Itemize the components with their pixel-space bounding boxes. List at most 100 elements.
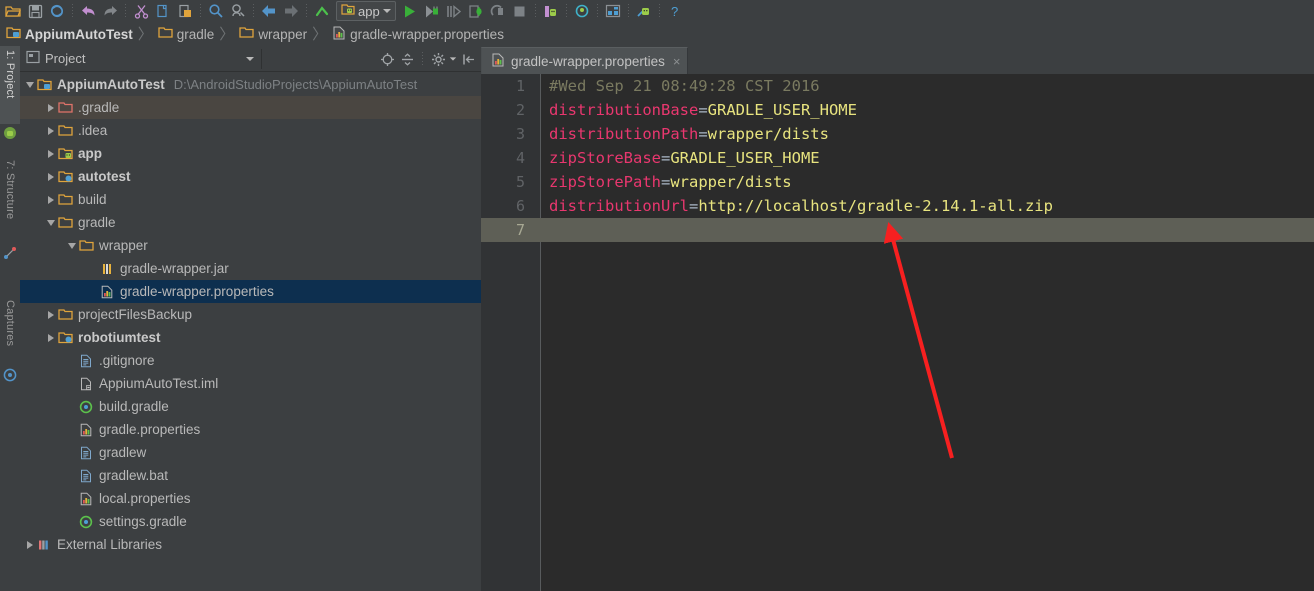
tree-row[interactable]: autotest (20, 165, 481, 188)
collapse-all-icon[interactable] (398, 49, 416, 69)
stop-square-icon[interactable] (509, 1, 531, 21)
open-icon[interactable] (2, 1, 24, 21)
chevron-right-icon[interactable] (45, 96, 57, 119)
redo-icon[interactable] (99, 1, 121, 21)
line-number: 1 (515, 77, 525, 95)
settings-chevron-down-icon[interactable] (449, 57, 457, 61)
sync-icon[interactable] (46, 1, 68, 21)
tree-row-label: local.properties (99, 491, 191, 506)
chevron-right-icon[interactable] (45, 142, 57, 165)
close-icon[interactable]: × (673, 54, 681, 69)
hide-panel-icon[interactable] (459, 49, 477, 69)
tool-tab-project[interactable]: 1: Project (0, 46, 20, 124)
text-file-icon (78, 468, 94, 484)
tree-row[interactable]: settings.gradle (20, 510, 481, 533)
tree-row[interactable]: projectFilesBackup (20, 303, 481, 326)
chevron-down-icon[interactable] (382, 9, 391, 13)
code-line[interactable]: distributionUrl=http://localhost/gradle-… (549, 194, 1053, 218)
forward-icon[interactable] (280, 1, 302, 21)
code-line[interactable]: #Wed Sep 21 08:49:28 CST 2016 (549, 74, 820, 98)
breadcrumb-item-project[interactable]: AppiumAutoTest (4, 22, 135, 46)
back-icon[interactable] (258, 1, 280, 21)
last-edit-location-icon[interactable] (311, 1, 333, 21)
avd-manager-icon[interactable] (571, 1, 593, 21)
find-replace-icon[interactable] (227, 1, 249, 21)
breadcrumb-item-wrapper[interactable]: wrapper (237, 22, 309, 46)
run-step-icon[interactable] (443, 1, 465, 21)
chevron-right-icon[interactable] (45, 303, 57, 326)
chevron-down-icon[interactable] (45, 211, 57, 234)
editor-tab-gradle-wrapper-properties[interactable]: gradle-wrapper.properties × (481, 47, 689, 74)
tree-row[interactable]: .gitignore (20, 349, 481, 372)
tool-tab-captures[interactable]: Captures (0, 296, 20, 366)
code-line[interactable]: zipStorePath=wrapper/dists (549, 170, 792, 194)
project-view-selector[interactable]: Project (26, 50, 85, 67)
chevron-right-icon[interactable] (45, 326, 57, 349)
breadcrumb-item-file[interactable]: gradle-wrapper.properties (330, 22, 506, 46)
toolbar-separator (72, 4, 73, 18)
tree-row[interactable]: wrapper (20, 234, 481, 257)
tree-row[interactable]: .idea (20, 119, 481, 142)
tree-row[interactable]: AppiumAutoTest.iml (20, 372, 481, 395)
project-view-chevron-down-icon[interactable] (246, 57, 254, 61)
code-line[interactable]: zipStoreBase=GRADLE_USER_HOME (549, 146, 820, 170)
copy-icon[interactable] (152, 1, 174, 21)
toolbar-separator (565, 4, 567, 18)
tool-tab-structure[interactable]: 7: Structure (0, 156, 20, 244)
layout-inspector-icon[interactable] (602, 1, 624, 21)
tree-row[interactable]: .gradle (20, 96, 481, 119)
cut-icon[interactable] (130, 1, 152, 21)
chevron-right-icon[interactable] (45, 165, 57, 188)
project-tree[interactable]: AppiumAutoTest D:\AndroidStudioProjects\A… (20, 73, 481, 591)
code-area[interactable]: 1 #Wed Sep 21 08:49:28 CST 2016 2 distribut… (481, 74, 1314, 591)
tree-row-label: gradle-wrapper.jar (120, 261, 229, 276)
run-configuration-selector[interactable]: app (336, 1, 396, 21)
gutter-divider (540, 74, 541, 591)
tree-row[interactable]: gradlew.bat (20, 464, 481, 487)
jar-file-icon (99, 261, 115, 277)
chevron-down-icon[interactable] (24, 73, 36, 96)
toolbar-separator (200, 4, 201, 18)
chevron-right-icon[interactable] (24, 533, 36, 556)
tree-row[interactable]: gradle-wrapper.jar (20, 257, 481, 280)
help-icon[interactable]: ? (664, 1, 686, 21)
chevron-right-icon[interactable] (45, 188, 57, 211)
tree-row[interactable]: app (20, 142, 481, 165)
tree-row[interactable]: build.gradle (20, 395, 481, 418)
undo-icon[interactable] (77, 1, 99, 21)
tree-row[interactable]: gradlew (20, 441, 481, 464)
tree-row[interactable]: gradle (20, 211, 481, 234)
code-line[interactable]: distributionBase=GRADLE_USER_HOME (549, 98, 857, 122)
stop-icon[interactable] (487, 1, 509, 21)
code-token: = (698, 125, 708, 143)
run-icon[interactable] (399, 1, 421, 21)
save-all-icon[interactable] (24, 1, 46, 21)
chevron-down-icon[interactable] (66, 234, 78, 257)
settings-gear-icon[interactable] (429, 49, 447, 69)
editor-tab-strip: gradle-wrapper.properties × (481, 46, 1314, 74)
chevron-right-icon[interactable] (45, 119, 57, 142)
folder-icon (57, 215, 73, 231)
java-module-icon (57, 330, 73, 346)
java-module-icon (57, 169, 73, 185)
tree-row[interactable]: robotiumtest (20, 326, 481, 349)
properties-file-icon (78, 422, 94, 438)
scroll-from-source-icon[interactable] (378, 49, 396, 69)
android-monitor-icon[interactable] (633, 1, 655, 21)
paste-icon[interactable] (174, 1, 196, 21)
find-icon[interactable] (205, 1, 227, 21)
sdk-manager-icon[interactable] (540, 1, 562, 21)
structure-icon (3, 246, 17, 260)
breadcrumb-item-gradle[interactable]: gradle (156, 22, 217, 46)
attach-debugger-icon[interactable] (465, 1, 487, 21)
tree-row[interactable]: gradle.properties (20, 418, 481, 441)
tree-row[interactable]: build (20, 188, 481, 211)
tree-row[interactable]: External Libraries (20, 533, 481, 556)
debug-icon[interactable] (421, 1, 443, 21)
tree-row[interactable]: AppiumAutoTest D:\AndroidStudioProjects\A… (20, 73, 481, 96)
code-line[interactable]: distributionPath=wrapper/dists (549, 122, 829, 146)
tree-row-label: .gradle (78, 100, 120, 115)
tree-row[interactable]: gradle-wrapper.properties (20, 280, 481, 303)
tree-row[interactable]: local.properties (20, 487, 481, 510)
